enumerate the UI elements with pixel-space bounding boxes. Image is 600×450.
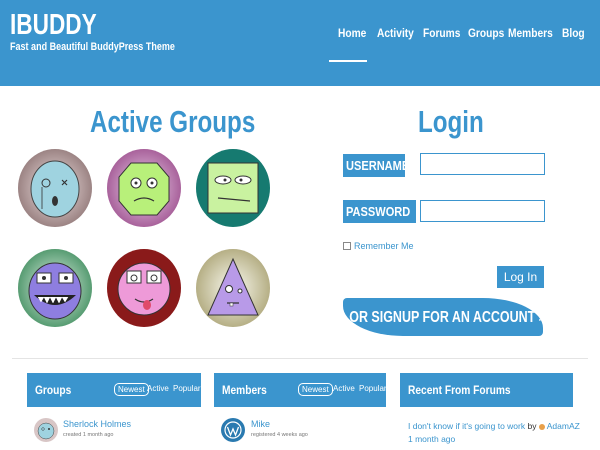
groups-widget-title: Groups [35,383,72,397]
group-avatar-1[interactable] [18,149,92,227]
groups-widget-header: Groups Newest Active Popular [27,373,201,407]
group-avatar-2[interactable] [107,149,181,227]
group-avatar-6[interactable] [196,249,270,327]
nav-item-home[interactable]: Home [338,26,366,40]
members-tab-active[interactable]: Active [333,384,355,393]
forums-widget-header: Recent From Forums [400,373,573,407]
section-divider [12,358,588,359]
active-groups-title: Active Groups [90,104,256,139]
members-tab-popular[interactable]: Popular [359,384,387,393]
member-item-avatar[interactable] [221,418,245,442]
group-item-name[interactable]: Sherlock Holmes [63,419,131,429]
username-input[interactable] [420,153,545,175]
members-tab-newest[interactable]: Newest [298,383,333,396]
username-label: USERNAME [343,154,409,177]
wordpress-icon [222,419,244,441]
nav-item-blog[interactable]: Blog [562,26,585,40]
members-widget-title: Members [222,383,267,397]
site-tagline: Fast and Beautiful BuddyPress Theme [10,41,175,53]
password-input[interactable] [420,200,545,222]
members-widget-header: Members Newest Active Popular [214,373,387,407]
member-item-meta: registered 4 weeks ago [251,432,308,438]
group-item-meta: created 1 month ago [63,432,114,438]
forum-author-link[interactable]: AdamAZ [547,421,580,431]
groups-tab-active[interactable]: Active [147,384,169,393]
group-item-avatar[interactable] [34,418,58,442]
login-title: Login [418,104,484,139]
password-label: PASSWORD [343,200,416,223]
login-button[interactable]: Log In [497,266,544,288]
nav-item-members[interactable]: Members [508,26,553,40]
member-item-name[interactable]: Mike [251,419,270,429]
group-avatar-4[interactable] [18,249,92,327]
remember-label: Remember Me [354,241,414,251]
forum-topic-line: I don't know if it's going to work by Ad… [408,421,580,431]
nav-active-indicator [329,60,367,62]
forum-by-label: by [527,421,537,431]
forums-widget-title: Recent From Forums [408,383,511,397]
nav-item-groups[interactable]: Groups [468,26,504,40]
groups-tab-newest[interactable]: Newest [114,383,149,396]
site-header: IBUDDY Fast and Beautiful BuddyPress The… [0,0,600,86]
nav-item-activity[interactable]: Activity [377,26,414,40]
signup-button[interactable]: OR SIGNUP FOR AN ACCOUNT >>> [343,298,543,336]
group-avatar-3[interactable] [196,149,270,227]
forum-topic-link[interactable]: I don't know if it's going to work [408,421,525,431]
groups-tab-popular[interactable]: Popular [173,384,201,393]
group-avatar-5[interactable] [107,249,181,327]
site-logo[interactable]: IBUDDY [10,8,97,42]
remember-checkbox[interactable] [343,242,351,250]
remember-me[interactable]: Remember Me [343,241,414,251]
forum-author-avatar [538,423,545,430]
forum-topic-time[interactable]: 1 month ago [408,434,455,444]
nav-item-forums[interactable]: Forums [423,26,460,40]
